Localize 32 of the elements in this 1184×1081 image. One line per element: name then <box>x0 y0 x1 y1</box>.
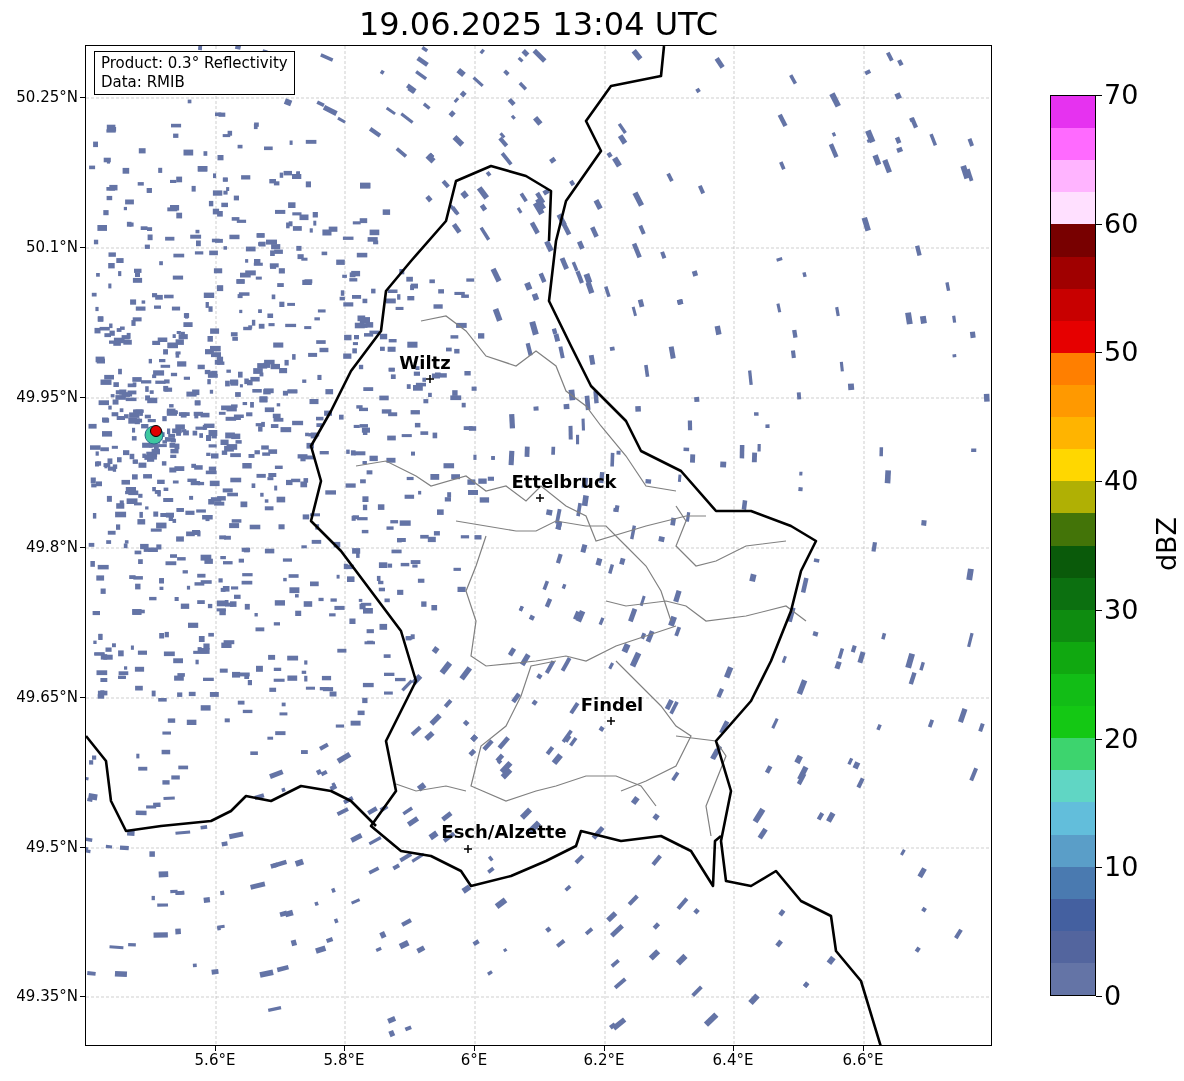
y-tick-label: 50.25°N <box>16 88 78 106</box>
x-tick-label: 6°E <box>460 1051 488 1069</box>
legend-text: Product: 0.3° Reflectivity <box>101 54 288 73</box>
y-tick-label: 49.65°N <box>16 688 78 706</box>
city-marker-icon <box>606 716 616 726</box>
colorbar-tick-label: 40 <box>1104 466 1139 497</box>
x-tick-label: 6.4°E <box>712 1051 754 1069</box>
chart-title: 19.06.2025 13:04 UTC <box>357 4 720 44</box>
y-tick-label: 50.1°N <box>25 238 78 256</box>
legend-text: Data: RMIB <box>101 73 186 92</box>
x-tick-label: 5.6°E <box>194 1051 236 1069</box>
radar-site-icon <box>144 425 164 445</box>
x-tick-label: 6.2°E <box>583 1051 625 1069</box>
colorbar-label: dBZ <box>1151 516 1184 572</box>
city-label: Findel <box>580 695 644 715</box>
city-marker-icon <box>463 844 473 854</box>
city-marker-icon <box>425 374 435 384</box>
colorbar-tick-label: 70 <box>1104 80 1139 110</box>
y-tick-label: 49.35°N <box>16 987 78 1005</box>
colorbar-tick-label: 10 <box>1104 852 1139 883</box>
colorbar-tick-label: 50 <box>1104 337 1139 368</box>
y-tick-label: 49.5°N <box>25 838 78 856</box>
colorbar-tick-label: 20 <box>1104 723 1139 754</box>
y-tick-label: 49.8°N <box>25 538 78 556</box>
city-label: Wiltz <box>399 353 451 373</box>
colorbar-tick-label: 0 <box>1104 981 1122 1011</box>
x-tick-label: 6.6°E <box>842 1051 884 1069</box>
x-tick-label: 5.8°E <box>323 1051 365 1069</box>
colorbar-tick-label: 60 <box>1104 208 1139 239</box>
city-marker-icon <box>535 493 545 503</box>
y-tick-label: 49.95°N <box>16 388 78 406</box>
colorbar-tick-label: 30 <box>1104 594 1139 625</box>
